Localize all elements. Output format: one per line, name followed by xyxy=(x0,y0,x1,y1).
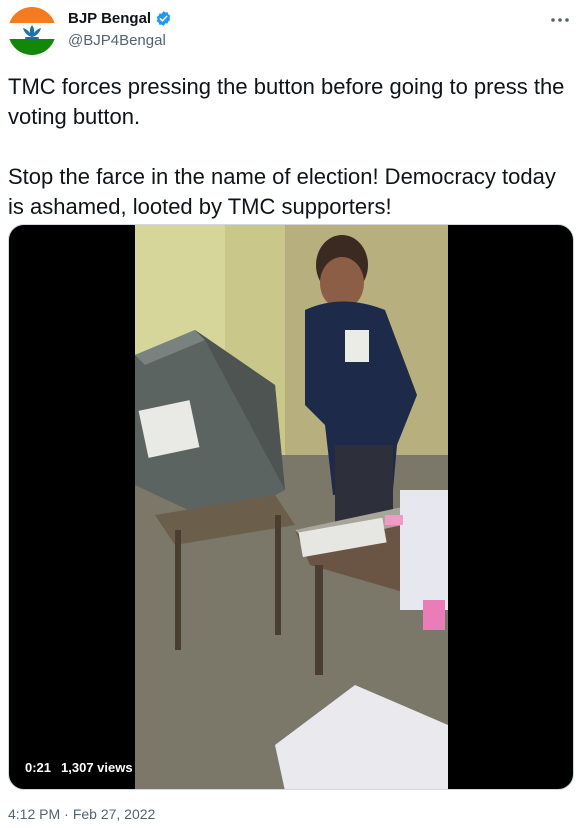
tweet-time[interactable]: 4:12 PM xyxy=(8,806,60,822)
india-flag-lotus-avatar-icon xyxy=(8,7,56,55)
tweet-paragraph: TMC forces pressing the button before go… xyxy=(8,74,565,129)
timestamp-separator: · xyxy=(64,806,69,822)
video-views: 1,307 views xyxy=(61,760,133,775)
tweet-date[interactable]: Feb 27, 2022 xyxy=(73,806,156,822)
author-handle[interactable]: @BJP4Bengal xyxy=(68,32,166,49)
video-info-overlay: 0:21 1,307 views xyxy=(25,760,133,775)
video-player[interactable]: 0:21 1,307 views xyxy=(8,224,574,790)
video-frame xyxy=(135,225,448,789)
video-still-image xyxy=(135,225,448,789)
more-options-button[interactable] xyxy=(546,8,574,32)
tweet-timestamp: 4:12 PM · Feb 27, 2022 xyxy=(8,806,155,822)
author-name[interactable]: BJP Bengal xyxy=(68,10,172,27)
tweet: BJP Bengal @BJP4Bengal TMC forces pressi… xyxy=(0,0,582,828)
avatar[interactable] xyxy=(8,7,56,55)
more-dots-icon xyxy=(551,18,569,22)
verified-badge-icon xyxy=(156,11,171,26)
author-name-text[interactable]: BJP Bengal xyxy=(68,10,151,27)
tweet-text: TMC forces pressing the button before go… xyxy=(8,72,573,222)
video-duration: 0:21 xyxy=(25,760,52,775)
tweet-paragraph: Stop the farce in the name of election! … xyxy=(8,164,556,219)
